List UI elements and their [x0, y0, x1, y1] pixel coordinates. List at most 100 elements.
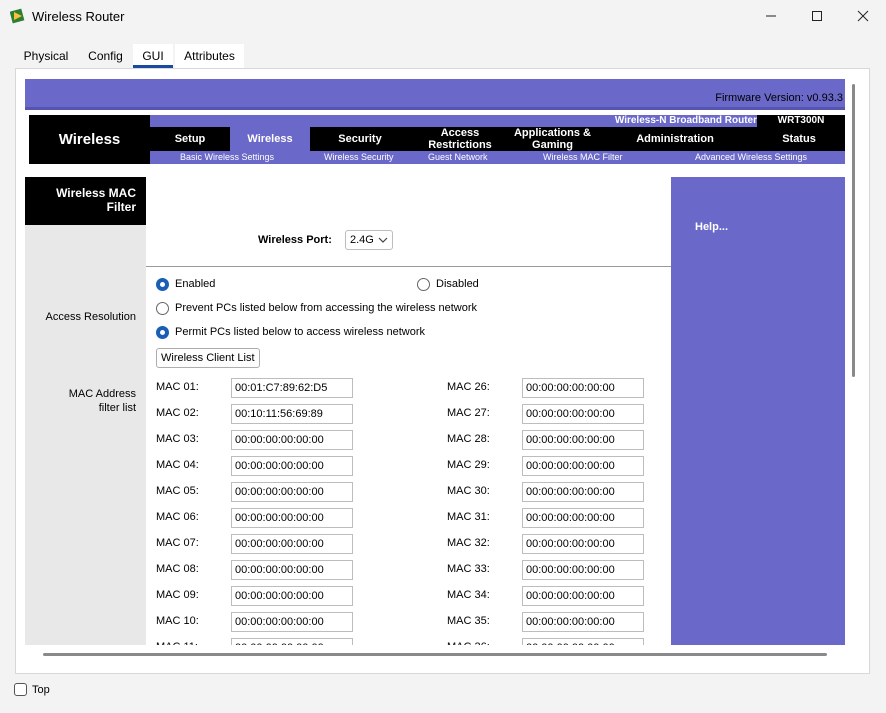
- mac-label: MAC 08:: [156, 563, 199, 575]
- disabled-radio[interactable]: [417, 278, 430, 291]
- enabled-radio[interactable]: [156, 278, 169, 291]
- mac-label: MAC 11:: [156, 641, 198, 645]
- left-column: Access Resolution MAC Address filter lis…: [25, 177, 146, 645]
- enabled-label: Enabled: [175, 278, 216, 290]
- tab-physical[interactable]: Physical: [16, 44, 76, 68]
- horizontal-scrollbar[interactable]: [43, 653, 827, 656]
- section-title-line-1: Wireless MAC: [56, 186, 136, 200]
- mac-filter-list-label-2: filter list: [98, 402, 136, 414]
- nav-security[interactable]: Security: [310, 127, 410, 151]
- prevent-radio[interactable]: [156, 302, 169, 315]
- mac-address-input[interactable]: 00:00:00:00:00:00: [231, 430, 353, 450]
- mac-address-input[interactable]: 00:00:00:00:00:00: [522, 638, 644, 645]
- mac-label: MAC 06:: [156, 511, 199, 523]
- close-button[interactable]: [840, 0, 886, 32]
- mac-address-input[interactable]: 00:10:11:56:69:89: [231, 404, 353, 424]
- mac-address-input[interactable]: 00:00:00:00:00:00: [231, 586, 353, 606]
- mac-label: MAC 29:: [447, 459, 490, 471]
- subnav-wireless-security[interactable]: Wireless Security: [324, 151, 394, 164]
- nav-wireless[interactable]: Wireless: [230, 127, 310, 151]
- product-name: Wireless-N Broadband Router: [614, 115, 757, 126]
- divider: [146, 266, 671, 267]
- help-link[interactable]: Help...: [695, 221, 728, 233]
- tab-gui[interactable]: GUI: [133, 44, 173, 68]
- band-line: [25, 107, 845, 110]
- firmware-version: Firmware Version: v0.93.3: [715, 92, 843, 104]
- nav-administration[interactable]: Administration: [595, 127, 755, 151]
- mac-address-input[interactable]: 00:00:00:00:00:00: [522, 508, 644, 528]
- section-title: Wireless MAC Filter: [25, 177, 146, 225]
- help-column: Help...: [671, 177, 845, 645]
- mac-address-input[interactable]: 00:00:00:00:00:00: [522, 534, 644, 554]
- mac-address-input[interactable]: 00:00:00:00:00:00: [522, 586, 644, 606]
- model-name: WRT300N: [757, 115, 845, 127]
- mac-label: MAC 01:: [156, 381, 199, 393]
- mac-address-input[interactable]: 00:00:00:00:00:00: [231, 508, 353, 528]
- subnav-basic-wireless-settings[interactable]: Basic Wireless Settings: [180, 151, 274, 164]
- disabled-label: Disabled: [436, 278, 479, 290]
- maximize-icon: [812, 11, 822, 21]
- mac-label: MAC 31:: [447, 511, 490, 523]
- minimize-icon: [766, 15, 776, 17]
- access-resolution-label: Access Resolution: [45, 311, 137, 323]
- mac-label: MAC 30:: [447, 485, 490, 497]
- mac-address-input[interactable]: 00:00:00:00:00:00: [522, 430, 644, 450]
- mac-address-input[interactable]: 00:00:00:00:00:00: [231, 560, 353, 580]
- top-checkbox[interactable]: [14, 683, 27, 696]
- nav-setup[interactable]: Setup: [150, 127, 230, 151]
- mac-label: MAC 35:: [447, 615, 490, 627]
- top-checkbox-label: Top: [32, 684, 50, 696]
- mac-label: MAC 26:: [447, 381, 490, 393]
- title-bar: Wireless Router: [0, 0, 886, 32]
- subnav-guest-network[interactable]: Guest Network: [428, 151, 488, 164]
- mac-label: MAC 36:: [447, 641, 490, 645]
- wireless-port-value: 2.4G: [350, 234, 374, 246]
- mac-label: MAC 05:: [156, 485, 199, 497]
- mac-address-input[interactable]: 00:00:00:00:00:00: [231, 482, 353, 502]
- router-web-page: Firmware Version: v0.93.3 Wireless Wirel…: [25, 79, 845, 645]
- sub-navigation: Basic Wireless Settings Wireless Securit…: [150, 151, 845, 164]
- mac-address-input[interactable]: 00:00:00:00:00:00: [522, 456, 644, 476]
- mac-address-input[interactable]: 00:00:00:00:00:00: [231, 534, 353, 554]
- mac-filter-list-label-1: MAC Address: [68, 388, 136, 400]
- wireless-client-list-button[interactable]: Wireless Client List: [156, 348, 260, 368]
- tab-attributes[interactable]: Attributes: [175, 44, 244, 68]
- mac-address-input[interactable]: 00:00:00:00:00:00: [231, 456, 353, 476]
- maximize-button[interactable]: [794, 0, 840, 32]
- mac-address-input[interactable]: 00:00:00:00:00:00: [522, 560, 644, 580]
- router-header: Wireless Wireless-N Broadband Router WRT…: [29, 115, 845, 164]
- mac-address-input[interactable]: 00:00:00:00:00:00: [522, 482, 644, 502]
- chevron-down-icon: [378, 237, 388, 243]
- close-icon: [857, 10, 869, 22]
- tab-config[interactable]: Config: [78, 44, 133, 68]
- mac-filter-form: Wireless Port: 2.4G Enabled Disabled Pre…: [146, 177, 671, 645]
- subnav-advanced-wireless-settings[interactable]: Advanced Wireless Settings: [695, 151, 807, 164]
- mac-label: MAC 03:: [156, 433, 199, 445]
- mac-label: MAC 33:: [447, 563, 490, 575]
- mac-label: MAC 07:: [156, 537, 199, 549]
- section-title-line-2: Filter: [106, 200, 136, 214]
- mac-label: MAC 02:: [156, 407, 199, 419]
- top-band: Firmware Version: v0.93.3: [25, 79, 845, 107]
- permit-radio[interactable]: [156, 326, 169, 339]
- nav-applications-gaming[interactable]: Applications & Gaming: [510, 127, 595, 151]
- mac-address-input[interactable]: 00:00:00:00:00:00: [231, 638, 353, 645]
- product-strip: Wireless-N Broadband Router WRT300N: [150, 115, 845, 127]
- mac-address-input[interactable]: 00:01:C7:89:62:D5: [231, 378, 353, 398]
- mac-address-input[interactable]: 00:00:00:00:00:00: [231, 612, 353, 632]
- mac-label: MAC 34:: [447, 589, 490, 601]
- vertical-scrollbar[interactable]: [852, 84, 855, 377]
- minimize-button[interactable]: [748, 0, 794, 32]
- mac-label: MAC 27:: [447, 407, 490, 419]
- wireless-port-select[interactable]: 2.4G: [345, 230, 393, 250]
- nav-access-restrictions[interactable]: Access Restrictions: [410, 127, 510, 151]
- mac-address-input[interactable]: 00:00:00:00:00:00: [522, 404, 644, 424]
- mac-address-input[interactable]: 00:00:00:00:00:00: [522, 378, 644, 398]
- mac-label: MAC 32:: [447, 537, 490, 549]
- subnav-wireless-mac-filter[interactable]: Wireless MAC Filter: [543, 151, 623, 164]
- mac-address-input[interactable]: 00:00:00:00:00:00: [522, 612, 644, 632]
- mac-label: MAC 28:: [447, 433, 490, 445]
- nav-status[interactable]: Status: [755, 127, 843, 151]
- mac-label: MAC 04:: [156, 459, 199, 471]
- router-app-icon: [10, 8, 25, 24]
